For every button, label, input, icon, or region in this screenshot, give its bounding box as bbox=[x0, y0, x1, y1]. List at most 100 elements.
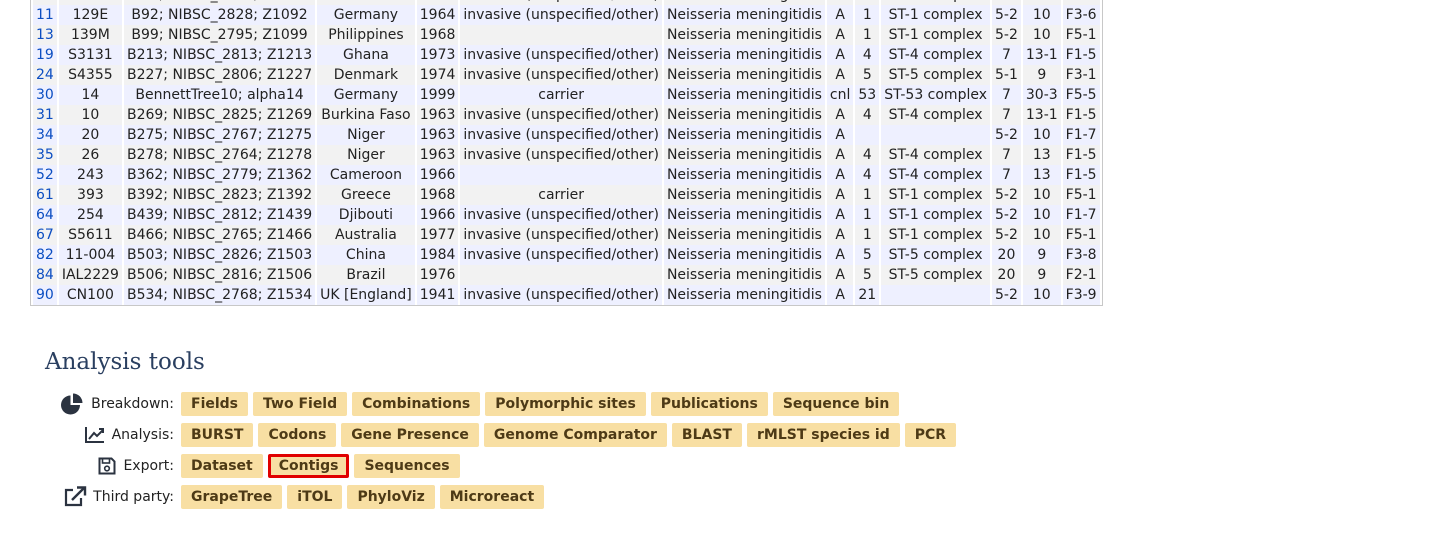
isolate-id-link[interactable]: 24 bbox=[36, 67, 54, 83]
isolate-id-link[interactable]: 34 bbox=[36, 127, 54, 143]
table-row: 24 S4355 B227; NIBSC_2806; Z1227 Denmark 197… bbox=[33, 65, 1100, 85]
publications-button[interactable]: Publications bbox=[650, 392, 768, 416]
feta-vr-cell: F3-6 bbox=[1062, 5, 1100, 25]
feta-vr-cell: F3-9 bbox=[1062, 285, 1100, 305]
aliases-cell: B506; NIBSC_2816; Z1506 bbox=[123, 265, 316, 285]
aliases-cell: B439; NIBSC_2812; Z1439 bbox=[123, 205, 316, 225]
country-cell: Niger bbox=[317, 145, 415, 165]
table-row: 82 11-004 B503; NIBSC_2826; Z1503 China 1984… bbox=[33, 245, 1100, 265]
sequence-bin-button[interactable]: Sequence bin bbox=[772, 392, 900, 416]
species-cell: Neisseria meningitidis bbox=[663, 205, 825, 225]
isolate-id-link[interactable]: 64 bbox=[36, 207, 54, 223]
isolate-id-link[interactable]: 19 bbox=[36, 47, 54, 63]
isolate-id-link[interactable]: 35 bbox=[36, 147, 54, 163]
disease-cell: invasive (unspecified/other) bbox=[460, 145, 662, 165]
year-cell: 1941 bbox=[416, 285, 459, 305]
pora-vr2-cell: 10 bbox=[1022, 225, 1061, 245]
isolate-id-link[interactable]: 20 bbox=[36, 0, 54, 3]
table-row: 84 IAL2229 B506; NIBSC_2816; Z1506 Brazil 19… bbox=[33, 265, 1100, 285]
fields-button[interactable]: Fields bbox=[181, 392, 249, 416]
id-cell: 34 bbox=[33, 125, 57, 145]
pora-vr1-cell: 5-1 bbox=[992, 65, 1021, 85]
rmlst-species-id-button[interactable]: rMLST species id bbox=[746, 423, 900, 447]
codons-button[interactable]: Codons bbox=[258, 423, 337, 447]
gene-presence-button[interactable]: Gene Presence bbox=[341, 423, 479, 447]
sequences-button[interactable]: Sequences bbox=[354, 454, 460, 478]
pora-vr1-cell: 7 bbox=[992, 85, 1021, 105]
id-cell: 31 bbox=[33, 105, 57, 125]
export-buttons: Dataset Contigs Sequences bbox=[181, 454, 465, 478]
dataset-button[interactable]: Dataset bbox=[181, 454, 263, 478]
aliases-cell: B92; NIBSC_2828; Z1092 bbox=[123, 5, 316, 25]
contigs-button[interactable]: Contigs bbox=[267, 454, 350, 478]
species-cell: Neisseria meningitidis bbox=[663, 65, 825, 85]
aliases-cell: B362; NIBSC_2779; Z1362 bbox=[123, 165, 316, 185]
clonal-complex-cell: ST-4 complex bbox=[881, 165, 991, 185]
clonal-complex-cell: ST-4 complex bbox=[881, 45, 991, 65]
two-field-button[interactable]: Two Field bbox=[253, 392, 348, 416]
disease-cell: carrier bbox=[460, 185, 662, 205]
grapetree-button[interactable]: GrapeTree bbox=[181, 485, 283, 509]
isolate-id-link[interactable]: 61 bbox=[36, 187, 54, 203]
year-cell: 1973 bbox=[416, 45, 459, 65]
year-cell: 1964 bbox=[416, 5, 459, 25]
isolate-cell: IAL2229 bbox=[58, 265, 122, 285]
clonal-complex-cell: ST-4 complex bbox=[881, 105, 991, 125]
species-cell: Neisseria meningitidis bbox=[663, 5, 825, 25]
isolate-id-link[interactable]: 67 bbox=[36, 227, 54, 243]
species-cell: Neisseria meningitidis bbox=[663, 165, 825, 185]
isolate-id-link[interactable]: 90 bbox=[36, 287, 54, 303]
isolate-id-link[interactable]: 11 bbox=[36, 7, 54, 23]
blast-button[interactable]: BLAST bbox=[671, 423, 742, 447]
st-cell: 4 bbox=[855, 45, 880, 65]
year-cell: 1974 bbox=[416, 65, 459, 85]
feta-vr-cell: F1-5 bbox=[1062, 145, 1100, 165]
tool-row-label: Analysis: bbox=[111, 427, 174, 443]
country-cell: UK [England] bbox=[317, 285, 415, 305]
clonal-complex-cell: ST-1 complex bbox=[881, 25, 991, 45]
year-cell: 1966 bbox=[416, 205, 459, 225]
serogroup-cell: A bbox=[826, 25, 854, 45]
table-row: 19 S3131 B213; NIBSC_2813; Z1213 Ghana 1973 i… bbox=[33, 45, 1100, 65]
isolate-id-link[interactable]: 82 bbox=[36, 247, 54, 263]
species-cell: Neisseria meningitidis bbox=[663, 145, 825, 165]
table-row: 34 20 B275; NIBSC_2767; Z1275 Niger 1963 inva… bbox=[33, 125, 1100, 145]
clonal-complex-cell: ST-1 complex bbox=[881, 205, 991, 225]
year-cell: 1963 bbox=[416, 125, 459, 145]
polymorphic-sites-button[interactable]: Polymorphic sites bbox=[485, 392, 646, 416]
year-cell: 1984 bbox=[416, 245, 459, 265]
isolate-cell: 139M bbox=[58, 25, 122, 45]
country-cell: Philippines bbox=[317, 25, 415, 45]
isolate-id-link[interactable]: 84 bbox=[36, 267, 54, 283]
species-cell: Neisseria meningitidis bbox=[663, 245, 825, 265]
clonal-complex-cell: ST-5 complex bbox=[881, 265, 991, 285]
st-cell: 4 bbox=[855, 145, 880, 165]
disease-cell: invasive (unspecified/other) bbox=[460, 285, 662, 305]
disease-cell: invasive (unspecified/other) bbox=[460, 225, 662, 245]
clonal-complex-cell bbox=[881, 285, 991, 305]
serogroup-cell: A bbox=[826, 285, 854, 305]
isolate-id-link[interactable]: 52 bbox=[36, 167, 54, 183]
microreact-button[interactable]: Microreact bbox=[439, 485, 545, 509]
isolate-id-link[interactable]: 31 bbox=[36, 107, 54, 123]
country-cell: Djibouti bbox=[317, 205, 415, 225]
isolate-cell: S5611 bbox=[58, 225, 122, 245]
itol-button[interactable]: iTOL bbox=[287, 485, 343, 509]
disease-cell: invasive (unspecified/other) bbox=[460, 5, 662, 25]
isolate-cell: 20 bbox=[58, 125, 122, 145]
burst-button[interactable]: BURST bbox=[181, 423, 254, 447]
genome-comparator-button[interactable]: Genome Comparator bbox=[483, 423, 667, 447]
pora-vr2-cell: 13 bbox=[1022, 165, 1061, 185]
pora-vr1-cell: 5-2 bbox=[992, 205, 1021, 225]
feta-vr-cell: F2-1 bbox=[1062, 265, 1100, 285]
pcr-button[interactable]: PCR bbox=[904, 423, 957, 447]
table-row: 61 393 B392; NIBSC_2823; Z1392 Greece 1968 ca… bbox=[33, 185, 1100, 205]
id-cell: 13 bbox=[33, 25, 57, 45]
isolate-id-link[interactable]: 13 bbox=[36, 27, 54, 43]
combinations-button[interactable]: Combinations bbox=[352, 392, 481, 416]
pora-vr1-cell: 5-2 bbox=[992, 285, 1021, 305]
isolate-id-link[interactable]: 30 bbox=[36, 87, 54, 103]
pora-vr2-cell: 10 bbox=[1022, 185, 1061, 205]
phyloviz-button[interactable]: PhyloViz bbox=[347, 485, 435, 509]
disease-cell: invasive (unspecified/other) bbox=[460, 245, 662, 265]
